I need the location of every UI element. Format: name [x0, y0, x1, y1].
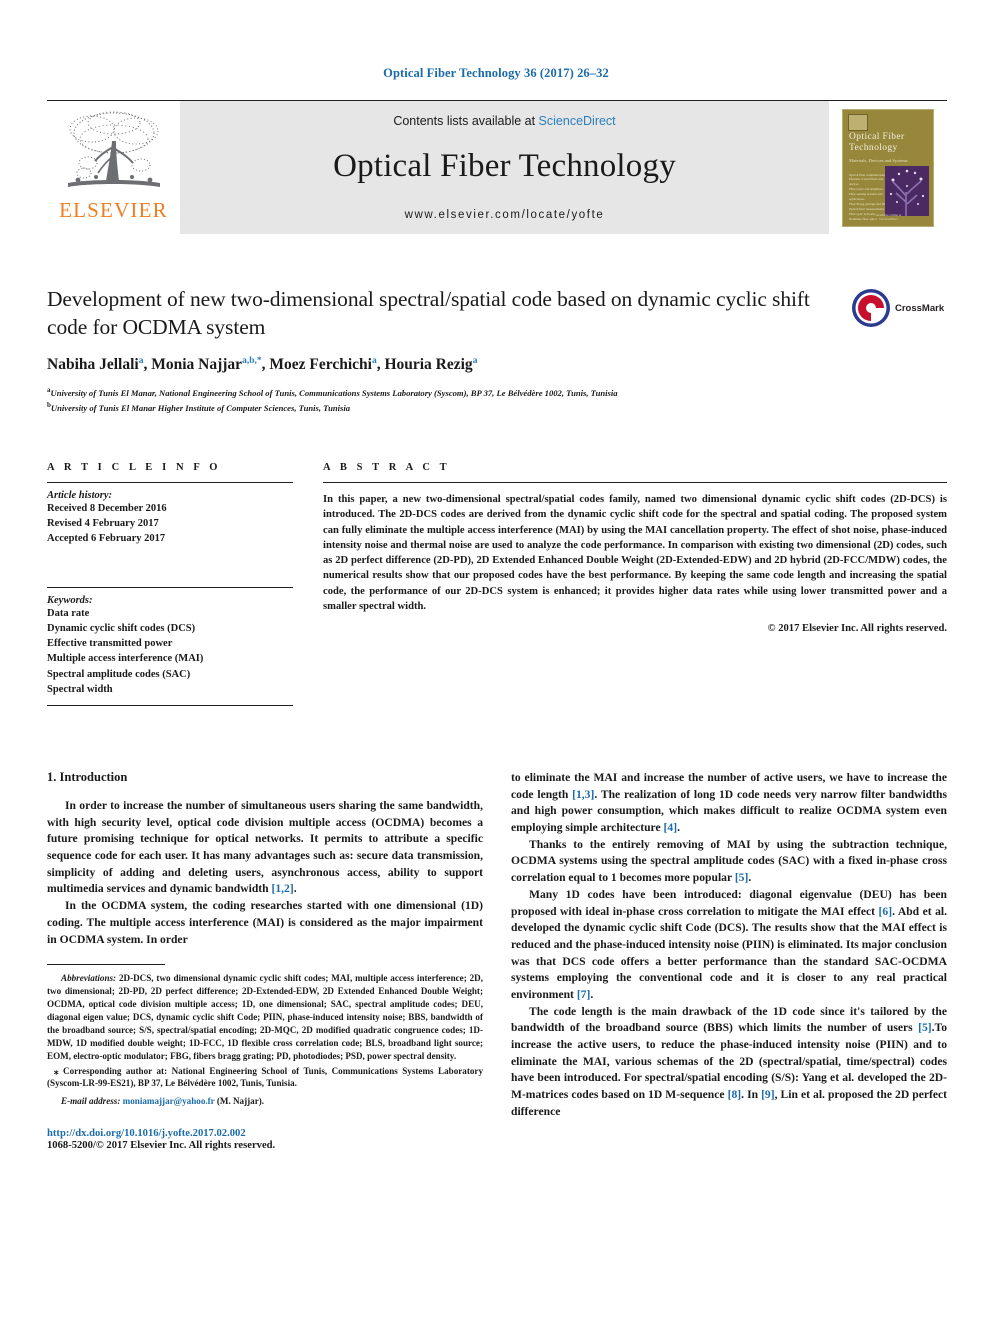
body-columns: 1. Introduction In order to increase the…: [47, 770, 947, 1151]
abbrev-label: Abbreviations:: [61, 973, 117, 984]
cover-artwork-icon: [885, 165, 929, 216]
keyword-item: Dynamic cyclic shift codes (DCS): [47, 622, 196, 634]
keyword-item: Effective transmitted power: [47, 638, 173, 650]
author-item[interactable]: Houria Reziga: [384, 356, 477, 373]
footnote-corresponding-author: ⁎ Corresponding author at: National Engi…: [47, 1065, 483, 1089]
page-title: Development of new two-dimensional spect…: [47, 287, 810, 339]
paragraph: to eliminate the MAI and increase the nu…: [511, 771, 947, 835]
paragraph: Thanks to the entirely removing of MAI b…: [511, 837, 947, 885]
affiliation-item: aUniversity of Tunis El Manar, National …: [47, 386, 618, 399]
cover-publisher-badge: [848, 113, 868, 131]
banner-center: Contents lists available at ScienceDirec…: [180, 101, 829, 234]
section-heading-introduction: 1. Introduction: [47, 770, 128, 784]
citation-ref[interactable]: [6]: [879, 905, 893, 918]
info-abstract-row: A R T I C L E I N F O Article history: R…: [47, 462, 947, 706]
keywords-block: Keywords: Data rate Dynamic cyclic shift…: [47, 586, 293, 706]
journal-title: Optical Fiber Technology: [333, 148, 676, 184]
article-info-heading: A R T I C L E I N F O: [47, 462, 222, 473]
divider: [47, 482, 293, 483]
paragraph: In the OCDMA system, the coding research…: [47, 899, 483, 946]
abstract-copyright: © 2017 Elsevier Inc. All rights reserved…: [767, 623, 947, 634]
cover-subtitle: Materials, Devices and Systems: [849, 157, 908, 163]
abstract-heading: A B S T R A C T: [323, 462, 451, 473]
keyword-item: Data rate: [47, 607, 90, 619]
abstract-column: A B S T R A C T In this paper, a new two…: [323, 462, 947, 706]
elsevier-logo: ELSEVIER: [47, 101, 180, 234]
citation-ref[interactable]: [5]: [918, 1021, 932, 1034]
body-right-column: to eliminate the MAI and increase the nu…: [511, 770, 947, 1151]
contents-available-line: Contents lists available at ScienceDirec…: [393, 114, 615, 128]
paragraph: The code length is the main drawback of …: [511, 1004, 947, 1118]
citation-ref[interactable]: [7]: [577, 988, 591, 1001]
article-page: Optical Fiber Technology 36 (2017) 26–32: [0, 0, 992, 1323]
cover-footer: Available online at ScienceDirect: [875, 212, 902, 221]
paragraph: Many 1D codes have been introduced: diag…: [511, 887, 947, 1001]
running-head: Optical Fiber Technology 36 (2017) 26–32: [383, 66, 609, 80]
article-history-label: Article history:: [47, 490, 113, 501]
paragraph: In order to increase the number of simul…: [47, 799, 483, 896]
keyword-item: Multiple access interference (MAI): [47, 653, 204, 665]
cover-title: Optical Fiber Technology: [849, 131, 905, 153]
journal-banner: ELSEVIER Contents lists available at Sci…: [47, 100, 947, 234]
body-left-column: 1. Introduction In order to increase the…: [47, 770, 483, 1151]
doi-link[interactable]: http://dx.doi.org/10.1016/j.yofte.2017.0…: [47, 1128, 483, 1139]
citation-ref[interactable]: [8]: [728, 1088, 742, 1101]
history-item: Revised 4 February 2017: [47, 518, 159, 530]
footnote-divider: [47, 964, 165, 966]
journal-cover-thumbnail: Optical Fiber Technology Materials, Devi…: [829, 101, 947, 234]
article-info-column: A R T I C L E I N F O Article history: R…: [47, 462, 293, 706]
crossmark-icon: [852, 289, 890, 327]
divider: [47, 586, 293, 588]
issn-copyright: 1068-5200/© 2017 Elsevier Inc. All right…: [47, 1140, 276, 1152]
keywords-list: Data rate Dynamic cyclic shift codes (DC…: [47, 606, 293, 697]
citation-ref[interactable]: [1,2]: [272, 882, 294, 895]
keywords-label: Keywords:: [47, 594, 93, 606]
doi-block: http://dx.doi.org/10.1016/j.yofte.2017.0…: [47, 1128, 483, 1151]
email-label: E-mail address:: [61, 1096, 121, 1107]
divider: [47, 704, 293, 706]
keyword-item: Spectral width: [47, 683, 113, 695]
affiliation-item: bUniversity of Tunis El Manar Higher Ins…: [47, 400, 351, 413]
title-block: CrossMark Development of new two-dimensi…: [47, 286, 947, 415]
divider: [323, 482, 947, 483]
author-item[interactable]: Monia Najjara,b,*: [151, 356, 261, 373]
email-link[interactable]: moniamajjar@yahoo.fr: [123, 1096, 215, 1106]
sciencedirect-link[interactable]: ScienceDirect: [539, 114, 616, 128]
article-history-list: Received 8 December 2016 Revised 4 Febru…: [47, 501, 293, 547]
citation-ref[interactable]: [9]: [761, 1088, 775, 1101]
journal-url[interactable]: www.elsevier.com/locate/yofte: [405, 209, 605, 221]
author-list: Nabiha Jellalia, Monia Najjara,b,*, Moez…: [47, 356, 478, 374]
author-item[interactable]: Nabiha Jellalia: [47, 356, 143, 373]
keyword-item: Spectral amplitude codes (SAC): [47, 668, 191, 680]
crossmark-badge[interactable]: CrossMark: [851, 286, 947, 330]
citation-ref[interactable]: [5]: [735, 871, 749, 884]
elsevier-tree-icon: [67, 111, 160, 187]
citation-ref[interactable]: [4]: [664, 821, 678, 834]
elsevier-wordmark: ELSEVIER: [59, 198, 168, 222]
affiliation-list: aUniversity of Tunis El Manar, National …: [47, 385, 947, 415]
history-item: Received 8 December 2016: [47, 503, 167, 514]
abstract-text: In this paper, a new two-dimensional spe…: [323, 494, 947, 612]
footnote-abbreviations: Abbreviations: 2D-DCS, two dimensional d…: [47, 973, 483, 1061]
author-item[interactable]: Moez Ferchichia: [269, 356, 376, 373]
contents-prefix: Contents lists available at: [393, 114, 539, 128]
footnote-email: E-mail address: moniamajjar@yahoo.fr (M.…: [61, 1096, 265, 1107]
citation-ref[interactable]: [1,3]: [572, 788, 594, 801]
history-item: Accepted 6 February 2017: [47, 533, 166, 545]
crossmark-label: CrossMark: [895, 302, 945, 314]
